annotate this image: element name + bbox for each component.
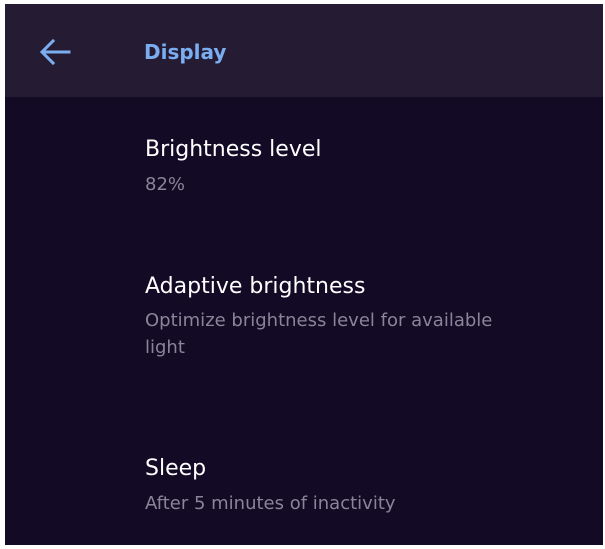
setting-adaptive-brightness[interactable]: Adaptive brightness Optimize brightness … [5,237,603,417]
setting-summary: Optimize brightness level for available … [145,310,493,358]
display-settings-screen: Display Brightness level 82% Adaptive br… [5,4,603,545]
setting-title: Sleep [145,456,207,481]
setting-title: Brightness level [145,137,322,162]
setting-summary: 82% [145,174,186,195]
setting-sleep[interactable]: Sleep After 5 minutes of inactivity [5,417,603,545]
setting-summary: After 5 minutes of inactivity [145,493,396,514]
setting-brightness-level[interactable]: Brightness level 82% [5,97,603,237]
arrow-left-icon [39,38,71,66]
app-bar: Display [5,4,603,97]
page-title: Display [144,40,227,64]
back-button[interactable] [35,32,75,72]
setting-title: Adaptive brightness [145,274,366,299]
